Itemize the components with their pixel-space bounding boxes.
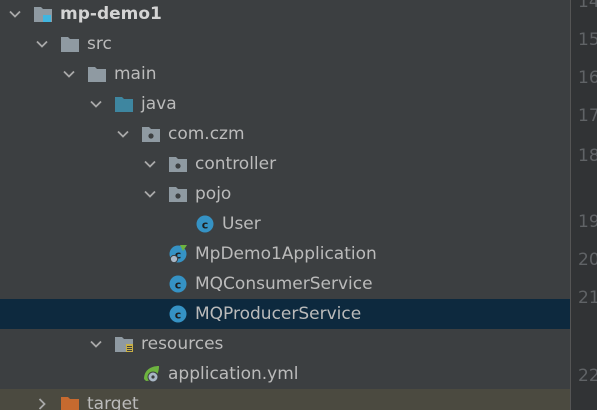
tree-item-label: main — [114, 64, 157, 84]
tree-row-com-czm[interactable]: com.czm — [0, 119, 570, 149]
line-number: 21 — [578, 288, 597, 308]
source-folder-icon — [114, 94, 134, 114]
class-icon: c — [195, 214, 215, 234]
tree-item-label: MQConsumerService — [195, 274, 373, 294]
tree-row-mpdemo1application[interactable]: c MpDemo1Application — [0, 239, 570, 269]
chevron-down-icon[interactable] — [34, 29, 50, 59]
project-tree: mp-demo1 src main java com.czm controller pojo… — [0, 0, 570, 410]
tree-row-controller[interactable]: controller — [0, 149, 570, 179]
tree-item-label: application.yml — [168, 364, 299, 384]
tree-row-mqconsumerservice[interactable]: c MQConsumerService — [0, 269, 570, 299]
package-icon — [168, 154, 188, 174]
module-folder-icon — [33, 4, 53, 24]
tree-item-label: pojo — [195, 184, 232, 204]
chevron-right-icon[interactable] — [34, 389, 50, 410]
tree-item-label: MQProducerService — [195, 304, 362, 324]
line-number: 14 — [578, 0, 597, 12]
tree-item-label: mp-demo1 — [60, 4, 162, 24]
tree-row-resources[interactable]: resources — [0, 329, 570, 359]
gutter-divider — [570, 0, 571, 410]
line-number: 18 — [578, 146, 597, 166]
spring-boot-class-icon: c — [168, 244, 188, 264]
chevron-down-icon[interactable] — [142, 149, 158, 179]
package-icon — [168, 184, 188, 204]
tree-row-main[interactable]: main — [0, 59, 570, 89]
editor-gutter — [570, 0, 597, 410]
chevron-down-icon[interactable] — [88, 89, 104, 119]
chevron-down-icon[interactable] — [88, 329, 104, 359]
line-number: 17 — [578, 106, 597, 126]
line-number: 15 — [578, 30, 597, 50]
spring-yml-icon — [141, 364, 161, 384]
tree-item-label: controller — [195, 154, 277, 174]
tree-row-mp-demo1[interactable]: mp-demo1 — [0, 0, 570, 29]
svg-text:c: c — [175, 309, 182, 322]
tree-row-application-yml[interactable]: application.yml — [0, 359, 570, 389]
tree-item-label: MpDemo1Application — [195, 244, 377, 264]
package-icon — [141, 124, 161, 144]
tree-item-label: User — [222, 214, 261, 234]
excluded-folder-icon — [60, 394, 80, 410]
tree-item-label: target — [87, 394, 139, 410]
svg-text:c: c — [202, 219, 209, 232]
line-number: 20 — [578, 250, 597, 270]
chevron-down-icon[interactable] — [7, 0, 23, 29]
line-number: 22 — [578, 366, 597, 386]
chevron-down-icon[interactable] — [61, 59, 77, 89]
line-number: 19 — [578, 212, 597, 232]
tree-row-pojo[interactable]: pojo — [0, 179, 570, 209]
tree-row-src[interactable]: src — [0, 29, 570, 59]
tree-item-label: resources — [141, 334, 224, 354]
svg-text:c: c — [175, 279, 182, 292]
line-number: 16 — [578, 68, 597, 88]
folder-icon — [60, 34, 80, 54]
tree-row-target[interactable]: target — [0, 389, 570, 410]
tree-row-mqproducerservice[interactable]: c MQProducerService — [0, 299, 570, 329]
resources-folder-icon — [114, 334, 134, 354]
class-icon: c — [168, 304, 188, 324]
tree-row-user[interactable]: c User — [0, 209, 570, 239]
class-icon: c — [168, 274, 188, 294]
tree-row-java[interactable]: java — [0, 89, 570, 119]
chevron-down-icon[interactable] — [115, 119, 131, 149]
tree-item-label: java — [141, 94, 177, 114]
chevron-down-icon[interactable] — [142, 179, 158, 209]
tree-item-label: com.czm — [168, 124, 245, 144]
tree-item-label: src — [87, 34, 112, 54]
folder-icon — [87, 64, 107, 84]
